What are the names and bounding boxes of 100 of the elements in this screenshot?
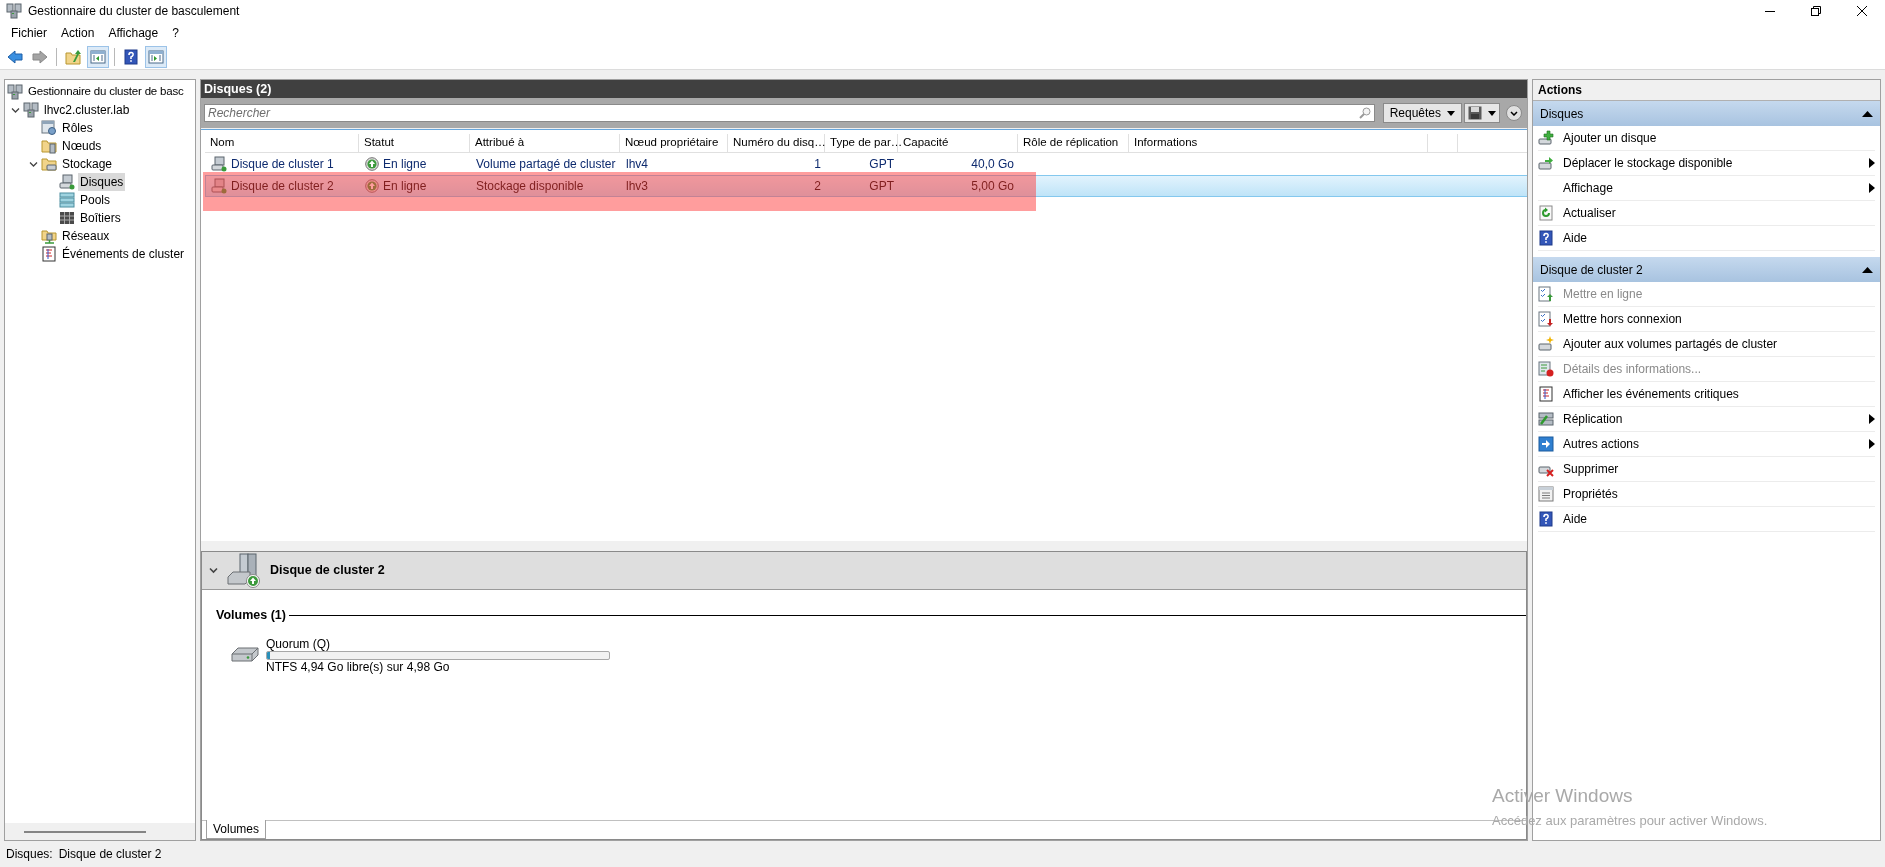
server-cluster-icon — [6, 3, 22, 19]
panel-title: Actions — [1533, 80, 1880, 101]
help-icon — [1538, 511, 1554, 527]
column-header[interactable]: Rôle de réplication — [1018, 134, 1129, 152]
table-cell-text: lhv3 — [626, 178, 648, 195]
caret-icon — [1447, 110, 1455, 116]
task-link[interactable]: Supprimer — [1563, 460, 1875, 478]
collapse-triangle-icon[interactable] — [1862, 110, 1873, 117]
event-log-icon — [41, 246, 57, 262]
drive-server-icon — [211, 156, 227, 172]
search-icon — [1358, 107, 1371, 119]
restore-icon — [1811, 6, 1821, 16]
table-cell-text: En ligne — [383, 178, 427, 195]
refresh-icon — [1538, 205, 1554, 221]
panel-title: Disques (2) — [201, 80, 1527, 98]
checklist-up-icon — [1538, 286, 1554, 302]
properties-icon — [1538, 486, 1554, 502]
task-link[interactable]: Affichage — [1563, 179, 1860, 197]
tree-item[interactable]: Réseaux — [60, 227, 112, 245]
collapse-triangle-icon[interactable] — [1862, 266, 1873, 273]
document-error-icon — [1538, 361, 1554, 377]
table-cell-text: 1 — [814, 156, 821, 173]
save-query-button[interactable] — [1464, 103, 1500, 123]
table-cell-text: Stockage disponible — [476, 178, 584, 195]
drive-server-icon — [59, 174, 75, 190]
folder-drive-icon — [41, 156, 57, 172]
chevron-icon[interactable] — [209, 566, 218, 575]
submenu-arrow-icon[interactable] — [1869, 414, 1875, 424]
table-cell-text: Disque de cluster 1 — [231, 156, 334, 173]
submenu-arrow-icon[interactable] — [1869, 158, 1875, 168]
drive-arrow-icon — [1538, 155, 1554, 171]
task-link[interactable]: Aide — [1563, 510, 1875, 528]
task-link[interactable]: Autres actions — [1563, 435, 1860, 453]
menu-item[interactable]: Affichage — [101, 23, 166, 43]
task-link[interactable]: Propriétés — [1563, 485, 1875, 503]
drive-server-icon — [211, 178, 227, 194]
table-cell-text: 40,0 Go — [971, 156, 1014, 173]
table-cell-text: GPT — [869, 178, 894, 195]
task-link[interactable]: Ajouter aux volumes partagés de cluster — [1563, 335, 1875, 353]
panel-right-icon — [148, 48, 164, 65]
tree-item[interactable]: Pools — [78, 191, 113, 209]
tree-item[interactable]: Boîtiers — [78, 209, 123, 227]
column-header[interactable]: Statut — [359, 134, 470, 152]
column-header[interactable]: Nom — [205, 134, 359, 152]
caret-icon — [1488, 110, 1496, 116]
section-title: Volumes (1) — [216, 607, 286, 624]
task-link[interactable]: Déplacer le stockage disponible — [1563, 154, 1860, 172]
table-cell-text: GPT — [869, 156, 894, 173]
task-link[interactable]: Ajouter un disque — [1563, 129, 1875, 147]
stacked-bars-icon — [59, 192, 75, 208]
tree-item[interactable]: Nœuds — [60, 137, 104, 155]
checklist-down-icon — [1538, 311, 1554, 327]
task-link[interactable]: Mettre hors connexion — [1563, 310, 1875, 328]
column-header[interactable]: Informations — [1129, 134, 1428, 152]
task-link[interactable]: Actualiser — [1563, 204, 1875, 222]
grid-rack-icon — [59, 210, 75, 226]
folder-network-icon — [41, 228, 57, 244]
section-header[interactable]: Disque de cluster 2 — [1533, 257, 1880, 282]
tree-item[interactable]: Événements de cluster — [60, 245, 187, 263]
column-header[interactable]: Numéro du disq… — [728, 134, 825, 152]
submenu-arrow-icon[interactable] — [1869, 183, 1875, 193]
horizontal-scrollbar[interactable] — [5, 823, 195, 840]
section-header[interactable]: Disques — [1533, 101, 1880, 126]
tree-item[interactable]: Stockage — [60, 155, 115, 173]
back-arrow-icon — [7, 48, 23, 65]
tab[interactable]: Volumes — [206, 820, 267, 839]
expand-chevron-icon[interactable] — [29, 159, 38, 169]
table-row[interactable]: Disque de cluster 2 En ligne Stockage disponible lhv3 2 GPT 5,00 Go — [205, 175, 1527, 197]
chevron-icon — [1510, 110, 1518, 116]
menu-item[interactable]: Fichier — [4, 23, 54, 43]
expand-chevron-icon[interactable] — [11, 105, 20, 115]
event-log-icon — [1538, 386, 1554, 402]
folder-server-icon — [41, 138, 57, 154]
panel-left-icon — [90, 48, 106, 65]
collapse-button[interactable] — [1506, 105, 1522, 121]
tree-item[interactable]: Disques — [78, 173, 126, 191]
queries-button[interactable]: Requêtes — [1382, 103, 1462, 123]
hard-drive-icon — [230, 646, 260, 665]
search-field[interactable]: Rechercher — [204, 104, 1375, 122]
task-link[interactable]: Aide — [1563, 229, 1875, 247]
column-header[interactable]: Nœud propriétaire — [620, 134, 728, 152]
up-arrow-icon — [365, 179, 379, 193]
task-link[interactable]: Réplication — [1563, 410, 1860, 428]
tree-item[interactable]: Gestionnaire du cluster de basc — [26, 83, 186, 101]
table-cell-text: 5,00 Go — [971, 178, 1014, 195]
replication-icon — [1538, 411, 1554, 427]
column-header[interactable]: Capacité — [898, 134, 1018, 152]
submenu-arrow-icon[interactable] — [1869, 439, 1875, 449]
tree-item[interactable]: Rôles — [60, 119, 95, 137]
details-title: Disque de cluster 2 — [270, 562, 385, 580]
scrollbar-thumb[interactable] — [24, 830, 146, 833]
table-cell-text: En ligne — [383, 156, 427, 173]
table-row[interactable]: Disque de cluster 1 En ligne Volume partagé de cluster lhv4 1 GPT 40,0 Go — [205, 153, 1527, 175]
table-cell-text: lhv4 — [626, 156, 648, 173]
task-link[interactable]: Afficher les événements critiques — [1563, 385, 1875, 403]
menu-item[interactable]: ? — [165, 23, 186, 43]
column-header[interactable]: Attribué à — [470, 134, 620, 152]
tree-item[interactable]: lhvc2.cluster.lab — [42, 101, 132, 119]
server-cluster-icon — [23, 102, 39, 118]
menu-item[interactable]: Action — [54, 23, 102, 43]
